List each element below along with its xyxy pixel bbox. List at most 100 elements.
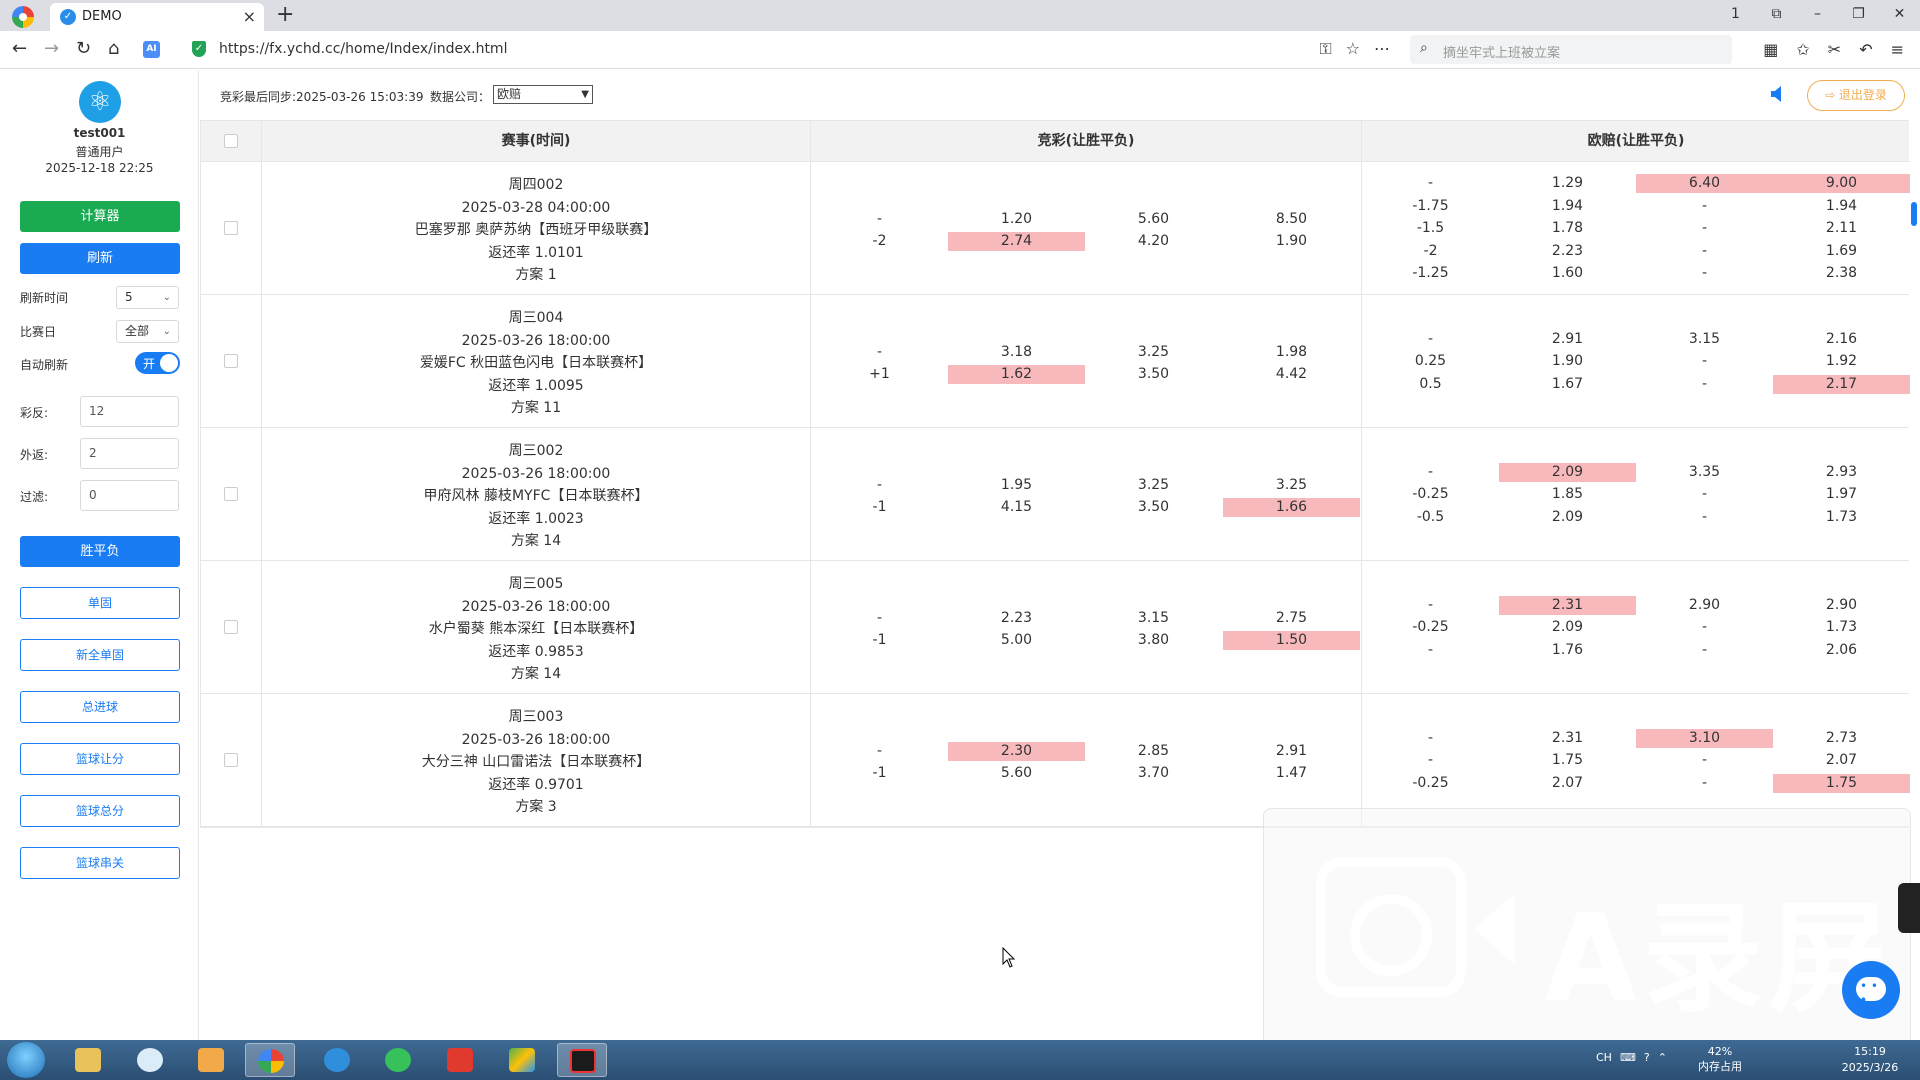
taskbar-clock[interactable]: 15:19 2025/3/26 — [1830, 1044, 1910, 1076]
eu-odds-cell: - — [1427, 175, 1434, 191]
recorder-icon — [570, 1049, 596, 1073]
waifan-label: 外返: — [20, 448, 49, 462]
chat-button[interactable] — [1842, 961, 1900, 1019]
match-day-select[interactable]: 全部 ⌄ — [116, 320, 179, 343]
browser-logo-icon — [12, 6, 34, 28]
tab-close-icon[interactable]: × — [243, 7, 256, 26]
eu-odds-cell: - — [1427, 330, 1434, 347]
key-icon[interactable]: ⚿ — [1319, 39, 1331, 59]
nav-new-full-single[interactable]: 新全单固 — [20, 639, 180, 671]
speaker-icon[interactable] — [1770, 84, 1786, 104]
nav-total-goals[interactable]: 总进球 — [20, 691, 180, 723]
home-icon[interactable]: ⌂ — [108, 39, 119, 59]
eu-odds-cell: -0.25 — [1412, 486, 1449, 503]
taskbar-explorer[interactable] — [63, 1043, 113, 1077]
forward-icon[interactable]: → — [44, 39, 59, 59]
row-checkbox[interactable] — [224, 487, 238, 501]
taskbar-browser[interactable] — [245, 1043, 295, 1077]
nav-win-draw-lose[interactable]: 胜平负 — [20, 536, 180, 567]
waifan-input[interactable]: 2 — [80, 438, 179, 469]
jc-odds-cell: 2.85 — [1137, 742, 1170, 759]
taskbar-player[interactable] — [373, 1043, 423, 1077]
apps-grid-icon[interactable]: ▦ — [1763, 40, 1778, 59]
window-badge-icon[interactable]: 1 — [1715, 0, 1756, 31]
taskbar-app-colorful[interactable] — [497, 1043, 547, 1077]
logout-button[interactable]: ⇨ 退出登录 — [1807, 80, 1905, 111]
eu-odds-cell: - — [1427, 463, 1434, 480]
match-line: 返还率 0.9853 — [488, 643, 584, 660]
jc-odds-cell: 2.91 — [1275, 742, 1308, 759]
username: test001 — [73, 126, 126, 140]
eu-odds-cell: 1.29 — [1551, 175, 1584, 191]
undo-icon[interactable]: ↶ — [1859, 40, 1872, 59]
auto-refresh-toggle[interactable]: 开 — [135, 352, 180, 374]
filter-input[interactable]: 0 — [80, 480, 179, 511]
taskbar-ie[interactable] — [312, 1043, 362, 1077]
taskbar-recorder[interactable] — [557, 1043, 607, 1077]
keyboard-icon[interactable]: ⌨ — [1620, 1051, 1636, 1064]
eu-odds-cell: 1.73 — [1825, 619, 1858, 636]
nav-basketball-total[interactable]: 篮球总分 — [20, 795, 180, 827]
jc-odds-cell: 3.50 — [1137, 366, 1170, 383]
tray-expand-icon[interactable]: ⌃ — [1658, 1051, 1667, 1064]
eu-odds-cell: 3.10 — [1636, 728, 1773, 748]
start-button[interactable] — [7, 1042, 45, 1078]
row-checkbox[interactable] — [224, 753, 238, 767]
favorites-icon[interactable]: ✩ — [1796, 40, 1809, 59]
match-line: 方案 14 — [510, 533, 562, 550]
select-all-checkbox[interactable] — [224, 134, 238, 148]
bookmark-star-icon[interactable]: ☆ — [1346, 39, 1360, 59]
calculator-button[interactable]: 计算器 — [20, 201, 180, 232]
row-checkbox[interactable] — [224, 354, 238, 368]
url-text[interactable]: https://fx.ychd.cc/home/Index/index.html — [219, 41, 507, 57]
windows-taskbar: CH ⌨ ? ⌃ 42% 内存占用 15:19 2025/3/26 — [0, 1040, 1920, 1080]
column-divider — [1361, 121, 1362, 161]
eu-odds-cell: - — [1701, 265, 1708, 282]
caifan-input[interactable]: 12 — [80, 396, 179, 427]
nav-basketball-parlay[interactable]: 篮球串关 — [20, 847, 180, 879]
help-icon[interactable]: ? — [1644, 1051, 1650, 1064]
ai-icon[interactable]: AI — [143, 41, 160, 58]
toggle-label: 开 — [143, 357, 156, 371]
taskbar-media-player[interactable] — [186, 1043, 236, 1077]
media-player-icon — [198, 1048, 224, 1072]
eu-odds-cell: 2.16 — [1825, 330, 1858, 347]
scrollbar-thumb[interactable] — [1911, 202, 1917, 226]
eu-odds-cell: - — [1701, 197, 1708, 214]
camera-icon — [1316, 857, 1466, 997]
memory-usage[interactable]: 42% 内存占用 — [1695, 1044, 1745, 1074]
company-select[interactable]: 欧赔 ▼ — [493, 85, 593, 104]
taskbar-app-network[interactable] — [125, 1043, 175, 1077]
match-line: 方案 1 — [515, 267, 557, 284]
jc-odds-cell: - — [876, 210, 883, 227]
row-checkbox[interactable] — [224, 221, 238, 235]
nav-basketball-handicap[interactable]: 篮球让分 — [20, 743, 180, 775]
refresh-button[interactable]: 刷新 — [20, 243, 180, 274]
window-pin-icon[interactable]: ⧉ — [1756, 0, 1797, 31]
menu-icon[interactable]: ≡ — [1891, 40, 1904, 59]
minimize-button[interactable]: – — [1797, 0, 1838, 31]
tray-lang[interactable]: CH — [1596, 1051, 1612, 1064]
jc-odds-cell: - — [876, 742, 883, 759]
taskbar-wps[interactable] — [435, 1043, 485, 1077]
more-icon[interactable]: ⋯ — [1374, 39, 1390, 59]
browser-tab[interactable]: ✓ DEMO × — [50, 3, 264, 31]
eu-odds-cell: - — [1701, 486, 1708, 503]
new-tab-button[interactable]: + — [276, 2, 294, 27]
match-line: 返还率 1.0023 — [488, 510, 584, 527]
close-window-button[interactable]: ✕ — [1879, 0, 1920, 31]
refresh-time-select[interactable]: 5 ⌄ — [116, 286, 179, 309]
nav-single-fixed[interactable]: 单固 — [20, 587, 180, 619]
back-icon[interactable]: ← — [12, 39, 27, 59]
jc-odds-cell: 5.60 — [1000, 765, 1033, 782]
play-icon — [385, 1048, 411, 1072]
address-bar[interactable]: ✓ https://fx.ychd.cc/home/Index/index.ht… — [180, 35, 1390, 64]
reload-icon[interactable]: ↻ — [76, 39, 91, 59]
header-european: 欧赔(让胜平负) — [1587, 133, 1685, 149]
scissors-icon[interactable]: ✂ — [1828, 40, 1841, 59]
browser-search-box[interactable]: ⌕ 摘坐牢式上班被立案 — [1410, 35, 1732, 64]
jc-odds-cell: 1.20 — [1000, 210, 1033, 227]
restore-button[interactable]: ❐ — [1838, 0, 1879, 31]
row-checkbox[interactable] — [224, 620, 238, 634]
side-drawer-handle[interactable] — [1898, 883, 1920, 933]
